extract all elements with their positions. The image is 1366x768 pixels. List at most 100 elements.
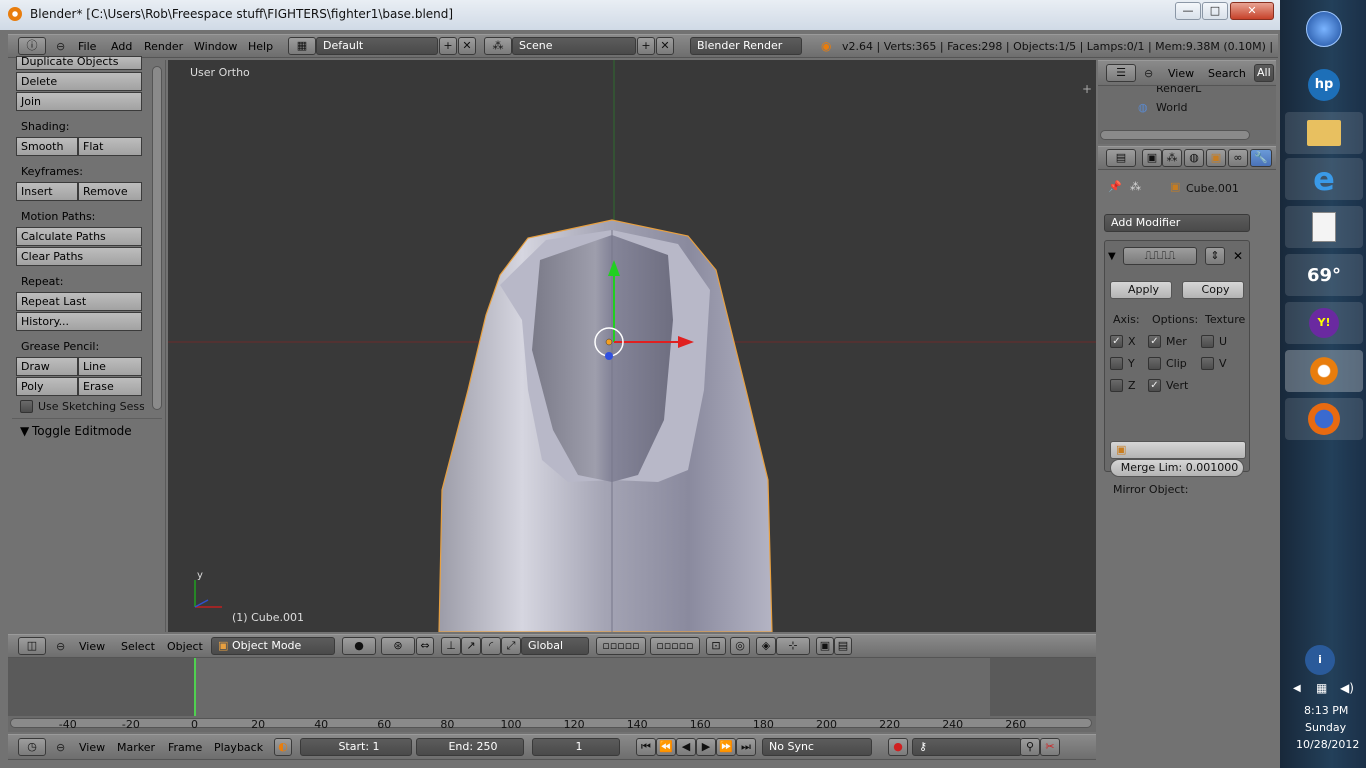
outliner-item-renderlayers[interactable]: RenderL: [1156, 86, 1201, 95]
collapse-menu-icon[interactable]: ⊖: [1144, 67, 1153, 80]
calculate-paths-button[interactable]: Calculate Paths: [16, 227, 142, 246]
timeline-area[interactable]: [8, 658, 1096, 732]
menu-playback[interactable]: Playback: [214, 741, 263, 754]
firefox-taskbar-icon[interactable]: [1285, 398, 1363, 440]
add-screen-button[interactable]: +: [439, 37, 457, 55]
world-tab-icon[interactable]: ◍: [1184, 149, 1204, 167]
modifier-move-icon[interactable]: ⇕: [1205, 247, 1225, 265]
collapse-triangle-icon[interactable]: ▼: [1108, 251, 1116, 262]
apply-modifier-button[interactable]: Apply: [1110, 281, 1172, 299]
texture-v-checkbox[interactable]: [1201, 357, 1214, 370]
pin-icon[interactable]: 📌: [1108, 180, 1122, 193]
clock-time[interactable]: 8:13 PM: [1304, 704, 1348, 717]
outliner-menu-view[interactable]: View: [1168, 67, 1194, 80]
delete-button[interactable]: Delete: [16, 72, 142, 91]
editor-type-info-icon[interactable]: ⓘ: [18, 37, 46, 55]
menu-file[interactable]: File: [78, 40, 96, 53]
grease-draw-button[interactable]: Draw: [16, 357, 78, 376]
scale-tool-icon[interactable]: ⤢: [501, 637, 521, 655]
screen-layout-icon[interactable]: ▦: [288, 37, 316, 55]
remove-keyframe-button[interactable]: Remove: [78, 182, 142, 201]
menu-view[interactable]: View: [79, 741, 105, 754]
menu-add[interactable]: Add: [111, 40, 132, 53]
editor-type-3dview-icon[interactable]: ◫: [18, 637, 46, 655]
transform-orientation-select[interactable]: Global: [521, 637, 589, 655]
delete-screen-button[interactable]: ✕: [458, 37, 476, 55]
grease-erase-button[interactable]: Erase: [78, 377, 142, 396]
option-vert-checkbox[interactable]: ✓: [1148, 379, 1161, 392]
scene-field[interactable]: Scene: [512, 37, 636, 55]
copy-modifier-button[interactable]: Copy: [1182, 281, 1244, 299]
close-button[interactable]: ✕: [1230, 2, 1274, 20]
menu-view[interactable]: View: [79, 640, 105, 653]
use-sketching-checkbox[interactable]: [20, 400, 33, 413]
translate-manipulator-icon[interactable]: ⊥: [441, 637, 461, 655]
add-modifier-select[interactable]: Add Modifier: [1104, 214, 1250, 232]
clear-paths-button[interactable]: Clear Paths: [16, 247, 142, 266]
properties-toggle-icon[interactable]: +: [1082, 82, 1092, 96]
axis-y-checkbox[interactable]: [1110, 357, 1123, 370]
option-clip-checkbox[interactable]: [1148, 357, 1161, 370]
menu-marker[interactable]: Marker: [117, 741, 155, 754]
insert-keyframe-icon[interactable]: ⚲: [1020, 738, 1040, 756]
preview-range-icon[interactable]: ◐: [274, 738, 292, 756]
tool-shelf-scrollbar[interactable]: [152, 66, 162, 410]
scene-tab-icon[interactable]: ⁂: [1162, 149, 1182, 167]
object-tab-icon[interactable]: ▣: [1206, 149, 1226, 167]
tray-network-icon[interactable]: ▦: [1316, 681, 1327, 695]
action-center-icon[interactable]: i: [1305, 645, 1335, 675]
flat-button[interactable]: Flat: [78, 137, 142, 156]
blender-taskbar-icon[interactable]: [1285, 350, 1363, 392]
render-engine-select[interactable]: Blender Render: [690, 37, 802, 55]
render-opengl-icon[interactable]: ▣: [816, 637, 834, 655]
grease-poly-button[interactable]: Poly: [16, 377, 78, 396]
delete-keyframe-icon[interactable]: ✂: [1040, 738, 1060, 756]
duplicate-objects-button[interactable]: Duplicate Objects: [16, 56, 142, 70]
jump-end-icon[interactable]: ⏭: [736, 738, 756, 756]
mirror-object-field[interactable]: ▣: [1110, 441, 1246, 459]
sync-mode-select[interactable]: No Sync: [762, 738, 872, 756]
insert-keyframe-button[interactable]: Insert: [16, 182, 78, 201]
play-reverse-icon[interactable]: ◀: [676, 738, 696, 756]
grease-line-button[interactable]: Line: [78, 357, 142, 376]
merge-limit-field[interactable]: Merge Lim: 0.001000: [1110, 459, 1244, 477]
snap-element-select[interactable]: ⊹: [776, 637, 810, 655]
clock-day[interactable]: Sunday: [1305, 721, 1346, 734]
outliner-menu-search[interactable]: Search: [1208, 67, 1246, 80]
option-mer-checkbox[interactable]: ✓: [1148, 335, 1161, 348]
modifiers-tab-icon[interactable]: 🔧: [1250, 149, 1272, 167]
rotate-manipulator-icon[interactable]: ↗: [461, 637, 481, 655]
hp-taskbar-icon[interactable]: hp: [1285, 64, 1363, 106]
modifier-display-toggles[interactable]: ⎍⎍⎍⎍: [1123, 247, 1197, 265]
menu-frame[interactable]: Frame: [168, 741, 202, 754]
render-tab-icon[interactable]: ▣: [1142, 149, 1162, 167]
clock-date[interactable]: 10/28/2012: [1296, 738, 1359, 751]
layers-grid-1[interactable]: ▫▫▫▫▫: [596, 637, 646, 655]
tray-volume-icon[interactable]: ◀): [1340, 681, 1354, 695]
jump-next-key-icon[interactable]: ⏩: [716, 738, 736, 756]
join-button[interactable]: Join: [16, 92, 142, 111]
end-frame-field[interactable]: End: 250: [416, 738, 524, 756]
collapse-menu-icon[interactable]: ⊖: [56, 40, 65, 53]
delete-scene-button[interactable]: ✕: [656, 37, 674, 55]
add-scene-button[interactable]: +: [637, 37, 655, 55]
texture-u-checkbox[interactable]: [1201, 335, 1214, 348]
menu-object[interactable]: Object: [167, 640, 203, 653]
jump-prev-key-icon[interactable]: ⏪: [656, 738, 676, 756]
manipulator-toggle[interactable]: ⇔: [416, 637, 434, 655]
menu-select[interactable]: Select: [121, 640, 155, 653]
scene-icon[interactable]: ⁂: [484, 37, 512, 55]
smooth-button[interactable]: Smooth: [16, 137, 78, 156]
record-icon[interactable]: ●: [888, 738, 908, 756]
play-icon[interactable]: ▶: [696, 738, 716, 756]
editor-type-properties-icon[interactable]: ▤: [1106, 149, 1136, 167]
current-frame-field[interactable]: 1: [532, 738, 620, 756]
start-frame-field[interactable]: Start: 1: [300, 738, 412, 756]
menu-help[interactable]: Help: [248, 40, 273, 53]
remove-modifier-icon[interactable]: ✕: [1233, 249, 1243, 263]
outliner-item-world[interactable]: World: [1156, 101, 1188, 114]
outliner-scrollbar[interactable]: [1100, 130, 1250, 140]
proportional-edit-icon[interactable]: ◎: [730, 637, 750, 655]
minimize-button[interactable]: —: [1175, 2, 1201, 20]
triangle-down-icon[interactable]: ▼: [20, 424, 29, 438]
